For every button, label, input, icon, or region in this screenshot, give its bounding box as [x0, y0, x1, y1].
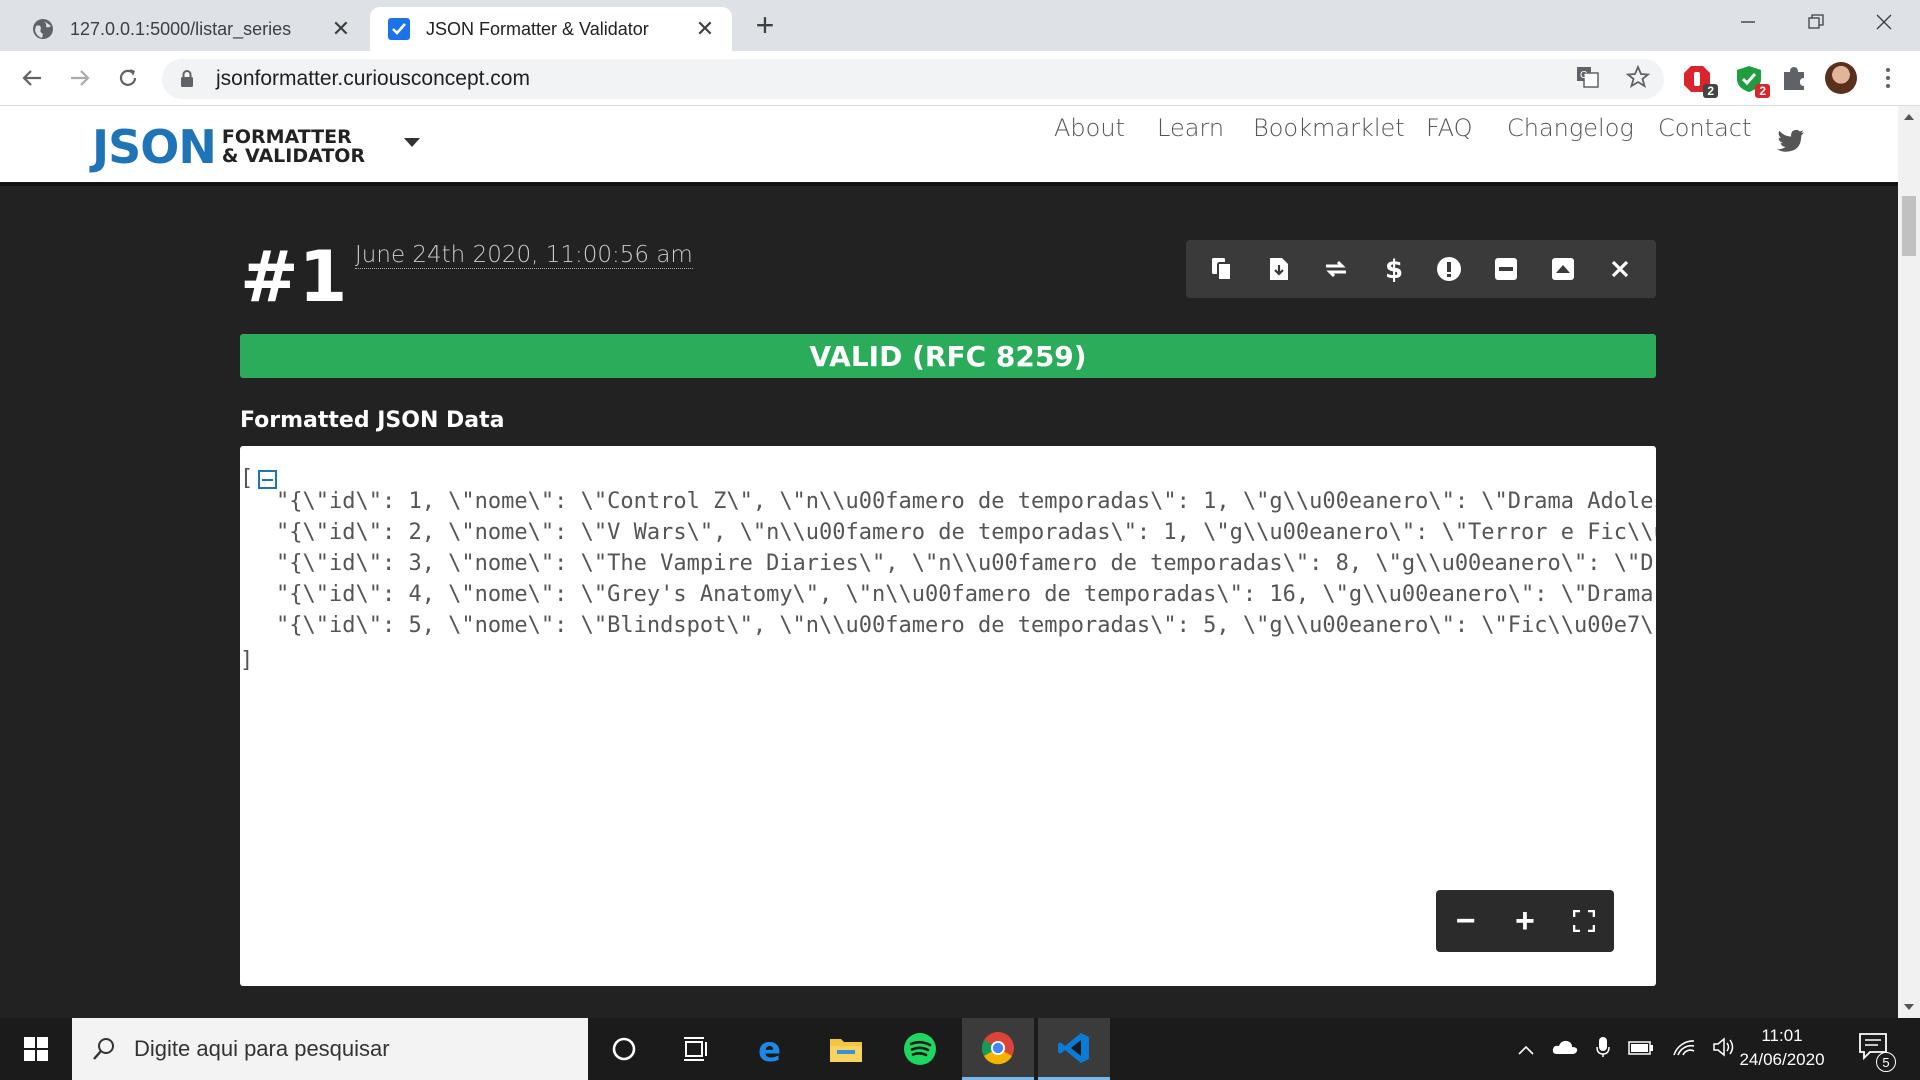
lock-icon	[180, 70, 204, 88]
collapse-toggle-icon[interactable]	[258, 470, 277, 489]
nav-link-faq[interactable]: FAQ	[1426, 114, 1473, 142]
windows-taskbar: Digite aqui para pesquisar e 11:01 24/06…	[0, 1018, 1920, 1080]
show-hidden-icons-chevron-icon[interactable]	[1518, 1039, 1534, 1060]
new-tab-button[interactable]: +	[748, 9, 782, 44]
forward-arrow-icon[interactable]	[62, 60, 98, 96]
site-logo[interactable]: JSON FORMATTER & VALIDATOR	[92, 120, 365, 174]
address-bar[interactable]: jsonformatter.curiousconcept.com G	[162, 59, 1664, 99]
refresh-icon[interactable]	[1318, 251, 1354, 287]
svg-text:G: G	[1580, 70, 1588, 81]
page-scrollbar[interactable]	[1898, 106, 1920, 1018]
json-line: "{\"id\": 1, \"nome\": \"Control Z\", \"…	[276, 489, 1656, 514]
search-icon	[92, 1037, 116, 1061]
battery-icon[interactable]	[1628, 1039, 1654, 1060]
result-number: #1	[240, 236, 348, 318]
globe-icon	[32, 18, 54, 40]
file-explorer-icon[interactable]	[810, 1018, 882, 1080]
copy-icon[interactable]	[1204, 251, 1240, 287]
result-timestamp: June 24th 2020, 11:00:56 am	[355, 242, 693, 269]
logo-json-text: JSON	[92, 120, 217, 174]
close-window-icon[interactable]	[1852, 0, 1916, 44]
site-header: JSON FORMATTER & VALIDATOR About Learn B…	[0, 106, 1898, 182]
result-actions-toolbar: $	[1186, 240, 1656, 298]
reload-icon[interactable]	[110, 60, 146, 96]
formatted-json-panel[interactable]: [ "{\"id\": 1, \"nome\": \"Control Z\", …	[240, 446, 1656, 986]
close-icon[interactable]	[1602, 251, 1638, 287]
taskbar-clock[interactable]: 11:01 24/06/2020	[1724, 1024, 1840, 1072]
nav-link-contact[interactable]: Contact	[1658, 114, 1751, 142]
shield-check-icon[interactable]: 2	[1734, 64, 1770, 98]
main-content: #1 June 24th 2020, 11:00:56 am $ VALID (…	[0, 186, 1898, 1018]
nav-link-changelog[interactable]: Changelog	[1507, 114, 1634, 142]
twitter-icon[interactable]	[1777, 129, 1805, 157]
close-tab-icon[interactable]: ✕	[692, 16, 718, 42]
download-icon[interactable]	[1261, 251, 1297, 287]
windows-start-icon[interactable]	[0, 1018, 72, 1080]
nav-link-about[interactable]: About	[1054, 114, 1125, 142]
cortana-icon[interactable]	[588, 1018, 660, 1080]
warning-icon[interactable]	[1431, 251, 1467, 287]
section-title: Formatted JSON Data	[240, 408, 505, 433]
scroll-down-arrow-icon[interactable]	[1904, 1004, 1914, 1010]
svg-text:e: e	[758, 1033, 781, 1065]
extensions-puzzle-icon[interactable]	[1780, 64, 1810, 94]
taskbar-search-input[interactable]: Digite aqui para pesquisar	[72, 1018, 588, 1080]
vscode-icon[interactable]	[1038, 1018, 1110, 1080]
minimize-icon[interactable]	[1488, 251, 1524, 287]
notification-count-badge: 5	[1876, 1052, 1896, 1072]
translate-icon[interactable]: G	[1576, 65, 1600, 95]
zoom-out-button[interactable]: −	[1446, 901, 1486, 941]
browser-tab-active[interactable]: JSON Formatter & Validator ✕	[370, 7, 732, 51]
nav-link-bookmarklet[interactable]: Bookmarklet	[1253, 114, 1405, 142]
browser-tab[interactable]: 127.0.0.1:5000/listar_series ✕	[14, 7, 368, 51]
close-tab-icon[interactable]: ✕	[328, 16, 354, 42]
dollar-icon[interactable]: $	[1375, 251, 1411, 287]
browser-menu-icon[interactable]	[1878, 62, 1898, 94]
browser-tab-strip: 127.0.0.1:5000/listar_series ✕ JSON Form…	[0, 0, 1920, 51]
wifi-icon[interactable]	[1672, 1037, 1696, 1062]
json-lines: "{\"id\": 1, \"nome\": \"Control Z\", \"…	[276, 486, 1656, 646]
logo-subtitle: FORMATTER & VALIDATOR	[222, 128, 365, 166]
validation-status-bar: VALID (RFC 8259)	[240, 334, 1656, 378]
json-line: "{\"id\": 3, \"nome\": \"The Vampire Dia…	[276, 551, 1656, 576]
adblock-icon[interactable]: 2	[1682, 64, 1718, 98]
back-arrow-icon[interactable]	[14, 60, 50, 96]
scrollbar-thumb[interactable]	[1902, 196, 1916, 256]
scroll-up-arrow-icon[interactable]	[1904, 114, 1914, 120]
logo-dropdown-caret-icon[interactable]	[404, 138, 420, 147]
tab-title: 127.0.0.1:5000/listar_series	[70, 18, 292, 39]
zoom-controls: − +	[1436, 890, 1614, 952]
profile-avatar[interactable]	[1825, 62, 1857, 94]
json-line: "{\"id\": 2, \"nome\": \"V Wars\", \"n\\…	[276, 520, 1656, 545]
edge-icon[interactable]: e	[736, 1018, 808, 1080]
zoom-in-button[interactable]: +	[1505, 901, 1545, 941]
svg-text:$: $	[1385, 255, 1403, 283]
spotify-icon[interactable]	[884, 1018, 956, 1080]
logo-sub-line-2: & VALIDATOR	[221, 145, 366, 167]
browser-toolbar: jsonformatter.curiousconcept.com G 2 2	[0, 51, 1920, 106]
bookmark-star-icon[interactable]	[1625, 64, 1651, 95]
onedrive-cloud-icon[interactable]	[1552, 1039, 1578, 1060]
tab-title: JSON Formatter & Validator	[426, 18, 649, 39]
json-line: "{\"id\": 5, \"nome\": \"Blindspot\", \"…	[276, 613, 1656, 638]
nav-link-learn[interactable]: Learn	[1157, 114, 1224, 142]
system-tray	[1518, 1018, 1736, 1080]
checkbox-favicon-icon	[388, 18, 410, 40]
collapse-up-icon[interactable]	[1545, 251, 1581, 287]
chrome-icon[interactable]	[962, 1018, 1034, 1080]
microphone-icon[interactable]	[1596, 1036, 1610, 1063]
minimize-window-icon[interactable]	[1716, 0, 1780, 44]
close-bracket: ]	[240, 648, 254, 673]
url-text: jsonformatter.curiousconcept.com	[216, 67, 530, 90]
fullscreen-icon[interactable]	[1564, 901, 1604, 941]
task-view-icon[interactable]	[660, 1018, 732, 1080]
restore-window-icon[interactable]	[1784, 0, 1848, 44]
json-line: "{\"id\": 4, \"nome\": \"Grey's Anatomy\…	[276, 582, 1654, 607]
search-placeholder: Digite aqui para pesquisar	[134, 1036, 390, 1061]
clock-date: 24/06/2020	[1739, 1050, 1825, 1069]
open-bracket: [	[240, 466, 254, 491]
clock-time: 11:01	[1761, 1026, 1803, 1045]
